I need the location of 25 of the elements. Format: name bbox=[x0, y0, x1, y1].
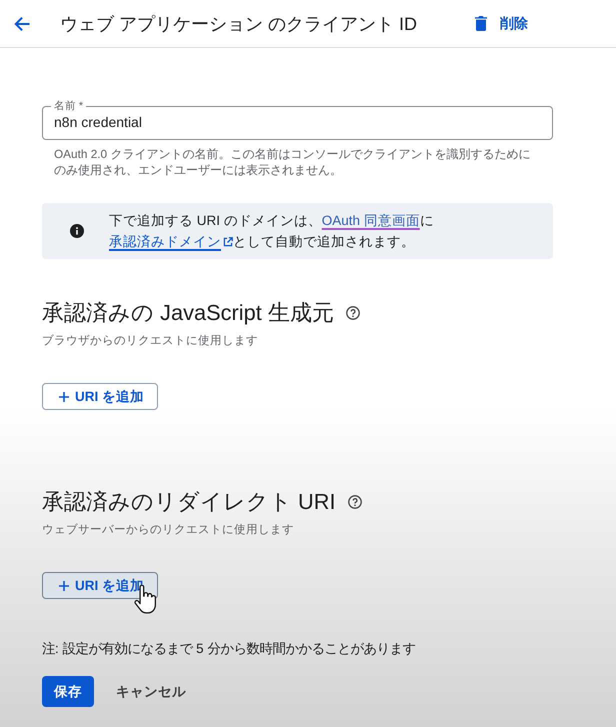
back-arrow-icon[interactable] bbox=[14, 16, 30, 32]
cancel-button[interactable]: キャンセル bbox=[116, 682, 186, 700]
field-value: n8n credential bbox=[54, 113, 143, 131]
section-description: ウェブサーバーからのリクエストに使用します bbox=[42, 523, 295, 538]
delete-button[interactable]: 削除 bbox=[475, 14, 528, 32]
help-icon[interactable] bbox=[346, 306, 360, 320]
plus-icon bbox=[59, 580, 69, 590]
helper-text: OAuth 2.0 クライアントの名前。この名前はコンソールでクライアントを識別するためにのみ使用され、エンドユーザーには表示されません。 bbox=[53, 146, 532, 178]
trash-icon bbox=[475, 16, 487, 31]
inline-link[interactable]: OAuth 同意画面 bbox=[322, 213, 420, 228]
external-link-icon bbox=[223, 237, 233, 247]
info-icon bbox=[70, 224, 84, 238]
section-heading: 承認済みのリダイレクト URI bbox=[42, 489, 336, 515]
page-title: ウェブ アプリケーション のクライアント ID bbox=[60, 12, 418, 36]
plus-icon bbox=[59, 392, 69, 402]
help-icon[interactable] bbox=[348, 495, 362, 509]
info-message: 下で追加する URI のドメインは、OAuth 同意画面に 承認済みドメイン として自動で追加されます。 bbox=[109, 212, 435, 251]
section-description: ブラウザからのリクエストに使用します bbox=[42, 334, 259, 349]
field-label: 名前 * bbox=[53, 100, 84, 112]
note-text: 注: 設定が有効になるまで 5 分から数時間かかることがあります bbox=[42, 641, 416, 657]
inline-link[interactable]: 承認済みドメイン bbox=[109, 234, 233, 249]
save-button[interactable]: 保存 bbox=[42, 676, 94, 707]
section-heading: 承認済みの JavaScript 生成元 bbox=[42, 300, 334, 326]
add-uri-button[interactable]: URI を追加 bbox=[42, 383, 158, 410]
name-field[interactable]: 名前 * n8n credential bbox=[42, 100, 553, 140]
